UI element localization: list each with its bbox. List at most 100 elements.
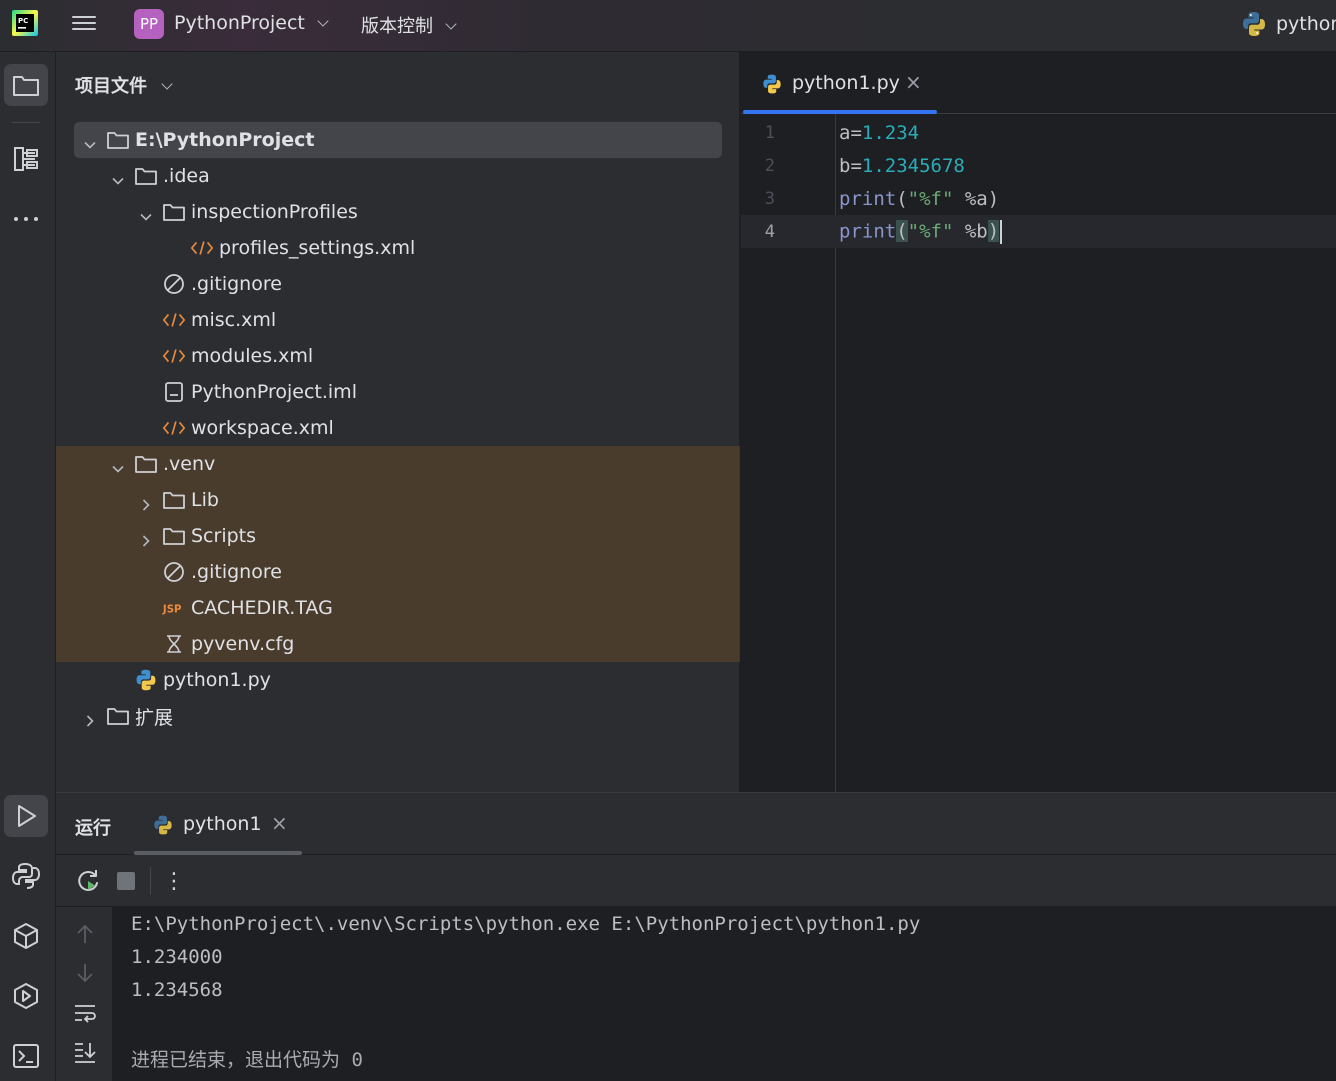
tree-item[interactable]: .gitignore	[56, 266, 740, 302]
chevron-down-icon	[161, 78, 173, 90]
code-text: b=1.2345678	[839, 154, 965, 177]
chevron-right-icon[interactable]	[140, 494, 152, 511]
folder-icon	[134, 452, 158, 476]
tree-item-label: Scripts	[191, 525, 257, 547]
run-header: 运行 python1 ×	[56, 793, 1336, 855]
console-output-line: 1.234568	[131, 979, 223, 1001]
project-view-title: 项目文件	[75, 76, 147, 97]
code-line[interactable]: 3 print("%f" %a)	[741, 182, 1336, 215]
pycharm-logo-icon[interactable]: PC	[12, 10, 38, 36]
tree-item[interactable]: Scripts	[56, 518, 740, 554]
text-caret	[1000, 219, 1003, 244]
console-output-line: 1.234000	[131, 946, 223, 968]
scroll-up-icon[interactable]	[74, 923, 96, 945]
code-line[interactable]: 1 a=1.234	[741, 116, 1336, 149]
tree-item[interactable]: .idea	[56, 158, 740, 194]
run-tool-window: 运行 python1 × ⋮ E:\PythonProject\.venv\Sc…	[56, 792, 1336, 1081]
tree-item-label: E:\PythonProject	[135, 129, 315, 151]
python-icon	[1243, 12, 1265, 36]
tree-item[interactable]: 扩展	[56, 698, 740, 734]
stop-icon	[117, 872, 135, 890]
left-tool-window-bar	[0, 52, 56, 1081]
project-switcher[interactable]: PythonProject	[174, 12, 329, 34]
line-number: 3	[764, 188, 775, 209]
close-tab-icon[interactable]: ×	[905, 70, 922, 94]
line-number: 4	[764, 221, 775, 242]
project-badge[interactable]: PP	[134, 9, 164, 39]
scroll-down-icon[interactable]	[74, 962, 96, 984]
run-title: 运行	[75, 818, 111, 839]
editor-tab-bar: python1.py ×	[741, 52, 1336, 114]
tree-item-label: inspectionProfiles	[191, 201, 358, 223]
console-command-line: E:\PythonProject\.venv\Scripts\python.ex…	[131, 913, 921, 935]
main-menu-icon[interactable]	[70, 12, 98, 36]
vcs-menu-label: 版本控制	[361, 16, 433, 37]
more-options-icon[interactable]: ⋮	[163, 867, 185, 895]
run-tab-python1[interactable]: python1 ×	[134, 793, 302, 855]
tree-item[interactable]: PythonProject.iml	[56, 374, 740, 410]
structure-tool-button[interactable]	[4, 138, 48, 180]
tree-item[interactable]: .gitignore	[56, 554, 740, 590]
run-tool-button[interactable]	[4, 795, 48, 837]
tree-item[interactable]: E:\PythonProject	[56, 122, 740, 158]
close-run-tab-icon[interactable]: ×	[271, 811, 288, 835]
python-packages-button[interactable]	[4, 915, 48, 957]
run-toolbar: ⋮	[56, 855, 1336, 907]
code-line[interactable]: 2 b=1.2345678	[741, 149, 1336, 182]
chevron-down-icon	[317, 15, 329, 27]
tree-item[interactable]: profiles_settings.xml	[56, 230, 740, 266]
tree-item-label: PythonProject.iml	[191, 381, 357, 403]
tree-item[interactable]: Lib	[56, 482, 740, 518]
text-file-icon: JSP	[162, 596, 186, 620]
folder-icon	[134, 164, 158, 188]
console-exit-message: 进程已结束，退出代码为 0	[131, 1049, 363, 1071]
ignore-file-icon	[162, 272, 186, 296]
project-view-selector[interactable]: 项目文件	[75, 72, 173, 98]
folder-icon	[106, 128, 130, 152]
tree-item-label: python1.py	[163, 669, 271, 691]
chevron-down-icon	[445, 18, 457, 30]
tree-item[interactable]: misc.xml	[56, 302, 740, 338]
tree-item[interactable]: .venv	[56, 446, 740, 482]
tree-item[interactable]: JSP CACHEDIR.TAG	[56, 590, 740, 626]
editor-tab-python1[interactable]: python1.py ×	[741, 52, 937, 114]
chevron-right-icon[interactable]	[140, 530, 152, 547]
module-file-icon	[162, 380, 186, 404]
chevron-down-icon[interactable]	[112, 458, 124, 473]
services-tool-button[interactable]	[4, 975, 48, 1017]
python-console-icon	[11, 862, 41, 889]
more-tools-button[interactable]	[4, 198, 48, 240]
scroll-to-end-icon[interactable]	[73, 1040, 97, 1064]
project-tool-button[interactable]	[4, 64, 48, 106]
code-text: a=1.234	[839, 121, 920, 144]
tree-item[interactable]: pyvenv.cfg	[56, 626, 740, 662]
interpreter-selector[interactable]: python	[1240, 10, 1336, 38]
python-file-icon	[134, 668, 158, 692]
vcs-menu[interactable]: 版本控制	[361, 12, 457, 38]
code-text: print("%f" %a)	[839, 187, 1000, 210]
folder-icon	[162, 488, 186, 512]
terminal-icon	[13, 1044, 39, 1068]
title-bar: PC PP PythonProject 版本控制 python	[0, 0, 1336, 52]
tree-item[interactable]: inspectionProfiles	[56, 194, 740, 230]
chevron-down-icon[interactable]	[112, 170, 124, 185]
python-console-button[interactable]	[4, 855, 48, 897]
tree-item-label: misc.xml	[191, 309, 277, 331]
chevron-down-icon[interactable]	[140, 206, 152, 221]
chevron-down-icon[interactable]	[84, 134, 96, 149]
editor: python1.py × 1 a=1.234 2 b=1.2345678 3 p…	[741, 52, 1336, 792]
tree-item[interactable]: workspace.xml	[56, 410, 740, 446]
terminal-tool-button[interactable]	[4, 1035, 48, 1077]
xml-file-icon	[162, 308, 186, 332]
tree-item[interactable]: modules.xml	[56, 338, 740, 374]
tree-item[interactable]: python1.py	[56, 662, 740, 698]
tree-item-label: 扩展	[135, 706, 174, 729]
soft-wrap-icon[interactable]	[73, 1002, 97, 1024]
chevron-right-icon[interactable]	[84, 710, 96, 727]
rerun-button[interactable]	[74, 867, 102, 895]
svg-text:PC: PC	[18, 17, 28, 25]
code-line-current[interactable]: 4 print("%f" %b)	[741, 215, 1336, 248]
editor-tab-label: python1.py	[792, 72, 900, 94]
stop-button[interactable]	[114, 869, 138, 893]
services-icon	[14, 983, 38, 1009]
